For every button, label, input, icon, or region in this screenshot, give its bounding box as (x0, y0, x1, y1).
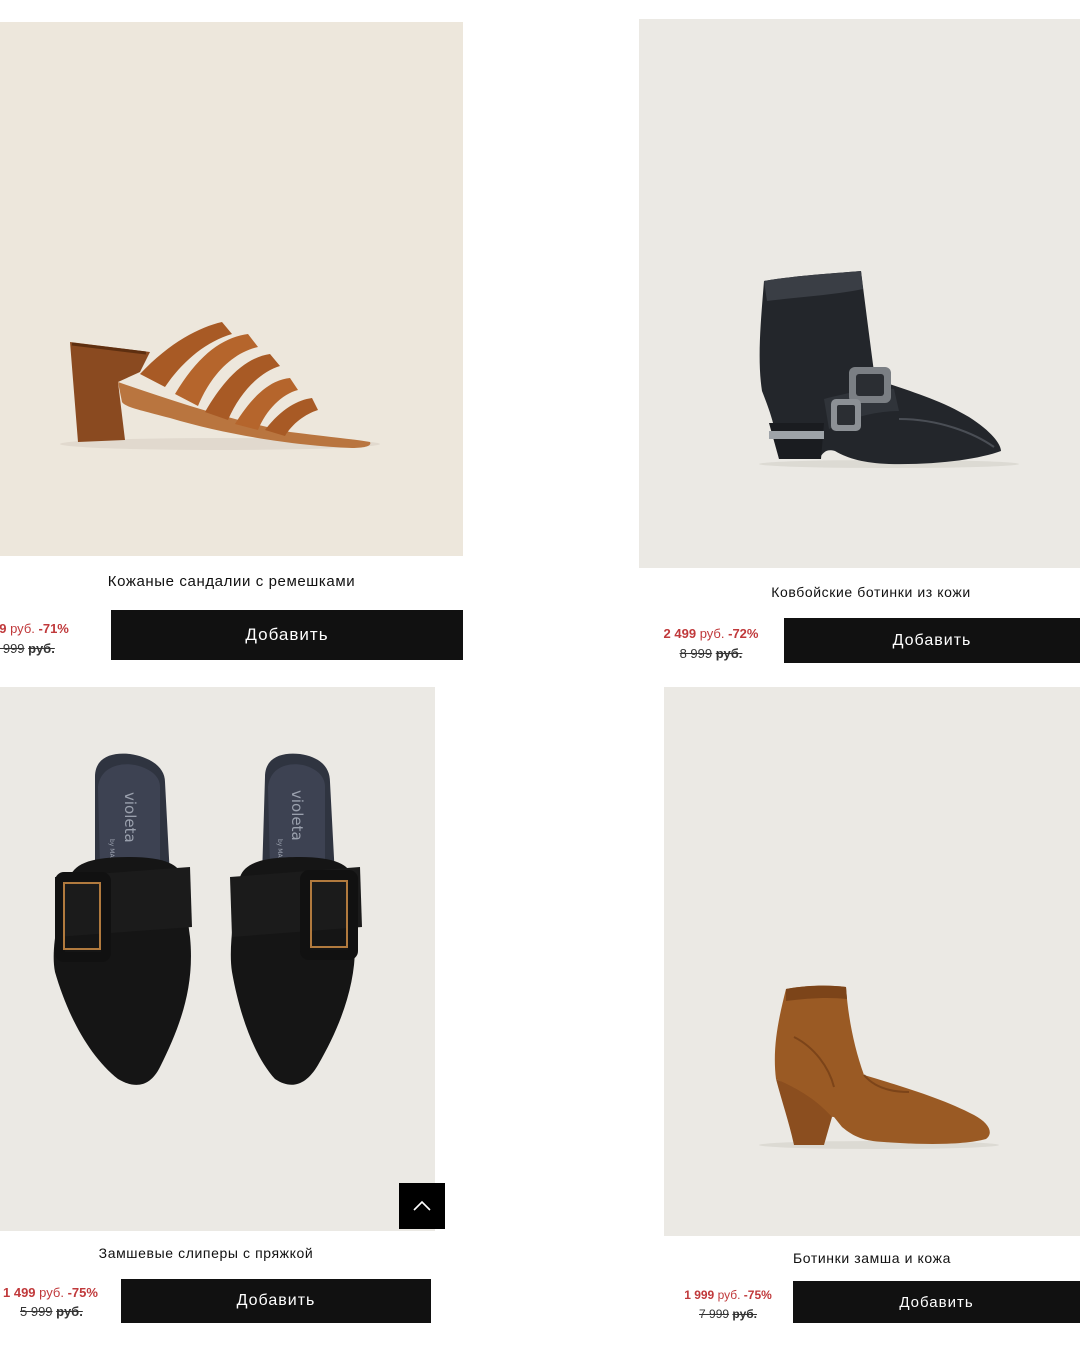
product-image-ankle-boot[interactable] (664, 687, 1080, 1236)
price-box: 2 499 руб. -72% 8 999 руб. (641, 624, 781, 664)
product-image-slippers[interactable]: violeta by MANGO violeta by MANGO (0, 687, 435, 1231)
product-image-cowboy-boot[interactable] (639, 19, 1080, 568)
insole-brand-label: violeta (288, 790, 306, 841)
add-to-cart-button[interactable]: Добавить (121, 1279, 431, 1323)
product-title[interactable]: Ботинки замша и кожа (664, 1250, 1080, 1266)
product-image-sandal[interactable] (0, 22, 463, 556)
chevron-up-icon (413, 1200, 431, 1211)
add-to-cart-button[interactable]: Добавить (793, 1281, 1080, 1323)
old-price: 5 999 руб. (20, 1304, 83, 1319)
old-price: 7 999 руб. (699, 1307, 757, 1321)
sale-price: 1 999 руб. -75% (684, 1288, 772, 1302)
product-title[interactable]: Ковбойские ботинки из кожи (639, 584, 1080, 600)
price-box: 99 руб. -71% 6 999 руб. (0, 619, 102, 659)
slipper-image: violeta by MANGO violeta by MANGO (0, 687, 435, 1231)
add-to-cart-button[interactable]: Добавить (111, 610, 463, 660)
price-box: 1 999 руб. -75% 7 999 руб. (665, 1286, 791, 1324)
price-box: 1 499 руб. -75% 5 999 руб. (0, 1283, 110, 1321)
sale-price: 99 руб. -71% (0, 621, 69, 636)
insole-brand-label: violeta (121, 792, 139, 843)
sale-price: 1 499 руб. -75% (3, 1285, 98, 1300)
sale-price: 2 499 руб. -72% (663, 626, 759, 641)
sandal-image (0, 22, 463, 556)
add-to-cart-button[interactable]: Добавить (784, 618, 1080, 663)
old-price: 6 999 руб. (0, 641, 55, 656)
old-price: 8 999 руб. (679, 646, 743, 661)
ankle-boot-image (664, 687, 1080, 1236)
scroll-to-top-button[interactable] (399, 1183, 445, 1229)
product-title[interactable]: Замшевые слиперы с пряжкой (0, 1245, 412, 1261)
product-title[interactable]: Кожаные сандалии с ремешками (0, 573, 463, 590)
product-grid: Кожаные сандалии с ремешками 99 руб. -71… (0, 0, 1080, 1346)
cowboy-boot-image (639, 19, 1080, 568)
